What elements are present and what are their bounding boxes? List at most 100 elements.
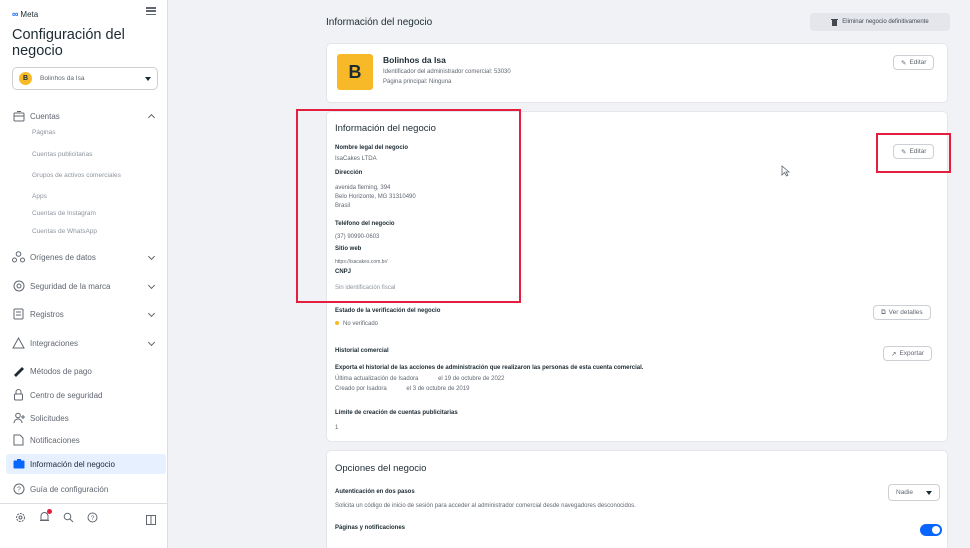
- data-sources-icon: [12, 251, 25, 264]
- verification-label: Estado de la verificación del negocio: [335, 308, 441, 314]
- sidebar-item-metodos-pago[interactable]: Métodos de pago: [12, 362, 158, 380]
- meta-infinity-icon: ∞: [12, 9, 19, 19]
- history-created-date: el 3 de octubre de 2019: [406, 386, 470, 392]
- sidebar-item-informacion-negocio[interactable]: Información del negocio: [6, 454, 166, 474]
- sidebar-item-seguridad-marca[interactable]: Seguridad de la marca: [12, 277, 158, 295]
- business-selector[interactable]: B Bolinhos da Isa: [12, 67, 158, 90]
- menu-icon[interactable]: [146, 7, 156, 15]
- history-created-by: Creado por Isadora: [335, 386, 387, 392]
- chevron-down-icon: [147, 309, 156, 317]
- search-icon[interactable]: [62, 511, 74, 523]
- sidebar-item-cuentas[interactable]: Cuentas: [12, 107, 158, 125]
- sidebar-item-guia-configuracion[interactable]: ? Guía de configuración: [12, 480, 158, 498]
- external-link-icon: ⧉: [881, 308, 886, 316]
- business-name: Bolinhos da Isa: [383, 55, 446, 65]
- edit-label: Editar: [909, 59, 927, 66]
- brand-label: Meta: [20, 9, 39, 19]
- sidebar-item-label: Notificaciones: [30, 435, 80, 445]
- caret-down-icon: [926, 490, 932, 495]
- export-button[interactable]: ↗ Exportar: [883, 346, 933, 361]
- sidebar-item-centro-seguridad[interactable]: Centro de seguridad: [12, 386, 158, 404]
- panel-icon[interactable]: [146, 512, 156, 525]
- highlight-box-info: [296, 109, 521, 303]
- business-avatar: B: [19, 72, 32, 85]
- sidebar-divider: [0, 503, 167, 504]
- notification-badge: [47, 509, 52, 514]
- business-selector-label: Bolinhos da Isa: [40, 75, 85, 82]
- history-update-by: Última actualización de Isadora: [335, 376, 419, 382]
- pages-notifications-label: Páginas y notificaciones: [335, 525, 406, 531]
- notifications-bell-icon[interactable]: [38, 509, 52, 523]
- setup-guide-icon: ?: [12, 483, 25, 496]
- sidebar-item-label: Guía de configuración: [30, 484, 109, 494]
- twofa-dropdown[interactable]: Nadie: [888, 484, 940, 501]
- integrations-icon: [12, 337, 25, 350]
- export-label: Exportar: [899, 350, 925, 357]
- notifications-icon: [12, 434, 25, 447]
- business-profile-card: B Bolinhos da Isa Identificador del admi…: [326, 43, 948, 103]
- sidebar-item-label: Solicitudes: [30, 413, 69, 423]
- verification-status-text: No verificado: [343, 321, 379, 327]
- sidebar-item-label: Métodos de pago: [30, 366, 92, 376]
- chevron-down-icon: [147, 281, 156, 289]
- twofa-description: Solicita un código de inicio de sesión p…: [335, 503, 636, 509]
- main-title: Información del negocio: [326, 17, 433, 28]
- svg-text:?: ?: [90, 515, 94, 522]
- svg-text:?: ?: [17, 487, 21, 494]
- history-update: Última actualización de Isadora el 19 de…: [335, 375, 504, 383]
- ad-limit-value: 1: [335, 425, 339, 431]
- twofa-label: Autenticación en dos pasos: [335, 489, 415, 495]
- sidebar-item-integraciones[interactable]: Integraciones: [12, 334, 158, 352]
- admin-id: Identificador del administrador comercia…: [383, 69, 511, 75]
- share-icon: ↗: [891, 350, 897, 358]
- chevron-up-icon: [147, 113, 156, 122]
- sidebar-subitem-apps[interactable]: Apps: [32, 193, 47, 200]
- requests-icon: [12, 412, 25, 425]
- security-center-icon: [12, 389, 25, 402]
- history-description: Exporta el historial de las acciones de …: [335, 365, 644, 371]
- sidebar-item-label: Centro de seguridad: [30, 390, 103, 400]
- sidebar-item-label: Seguridad de la marca: [30, 281, 111, 291]
- notifications-toggle[interactable]: [920, 524, 942, 536]
- sidebar-item-label: Integraciones: [30, 338, 79, 348]
- help-icon[interactable]: ?: [86, 511, 98, 523]
- delete-business-button[interactable]: Eliminar negocio definitivamente: [810, 13, 950, 31]
- highlight-box-edit: [876, 133, 951, 173]
- page-title: Configuración del negocio: [12, 27, 125, 59]
- sidebar-item-label: Orígenes de datos: [30, 252, 96, 262]
- sidebar-item-registros[interactable]: Registros: [12, 305, 158, 323]
- history-update-date: el 19 de octubre de 2022: [438, 376, 505, 382]
- sidebar-item-solicitudes[interactable]: Solicitudes: [12, 409, 158, 427]
- sidebar: ∞ Meta Configuración del negocio B Bolin…: [0, 0, 168, 548]
- sidebar-subitem-paginas[interactable]: Páginas: [32, 129, 56, 136]
- sidebar-subitem-cuentas-publicitarias[interactable]: Cuentas publicitarias: [32, 151, 92, 158]
- options-section-title: Opciones del negocio: [335, 463, 427, 474]
- sidebar-subitem-grupos-activos[interactable]: Grupos de activos comerciales: [32, 172, 121, 179]
- sidebar-item-label: Registros: [30, 309, 64, 319]
- delete-business-label: Eliminar negocio definitivamente: [842, 19, 929, 25]
- brand-safety-icon: [12, 280, 25, 293]
- sidebar-subitem-instagram[interactable]: Cuentas de Instagram: [32, 210, 96, 217]
- verification-status: No verificado: [335, 320, 378, 328]
- main-page: Página principal: Ninguna: [383, 79, 452, 85]
- meta-logo: ∞ Meta: [12, 9, 38, 19]
- view-details-button[interactable]: ⧉ Ver detalles: [873, 305, 931, 320]
- view-details-label: Ver detalles: [888, 309, 923, 316]
- pencil-icon: ✎: [901, 59, 907, 67]
- accounts-icon: [12, 110, 25, 123]
- payment-icon: [12, 365, 25, 378]
- business-info-icon: [12, 458, 25, 471]
- mouse-cursor-icon: [781, 164, 791, 182]
- edit-profile-button[interactable]: ✎ Editar: [893, 55, 935, 70]
- sidebar-item-notificaciones[interactable]: Notificaciones: [12, 431, 158, 449]
- twofa-dropdown-value: Nadie: [896, 489, 913, 496]
- sidebar-item-label: Cuentas: [30, 111, 60, 121]
- business-logo: B: [337, 54, 373, 90]
- history-label: Historial comercial: [335, 348, 389, 354]
- trash-icon: [831, 19, 839, 26]
- sidebar-item-origenes[interactable]: Orígenes de datos: [12, 248, 158, 266]
- registers-icon: [12, 308, 25, 321]
- sidebar-subitem-whatsapp[interactable]: Cuentas de WhatsApp: [32, 228, 97, 235]
- chevron-down-icon: [147, 338, 156, 346]
- settings-icon[interactable]: [14, 511, 26, 523]
